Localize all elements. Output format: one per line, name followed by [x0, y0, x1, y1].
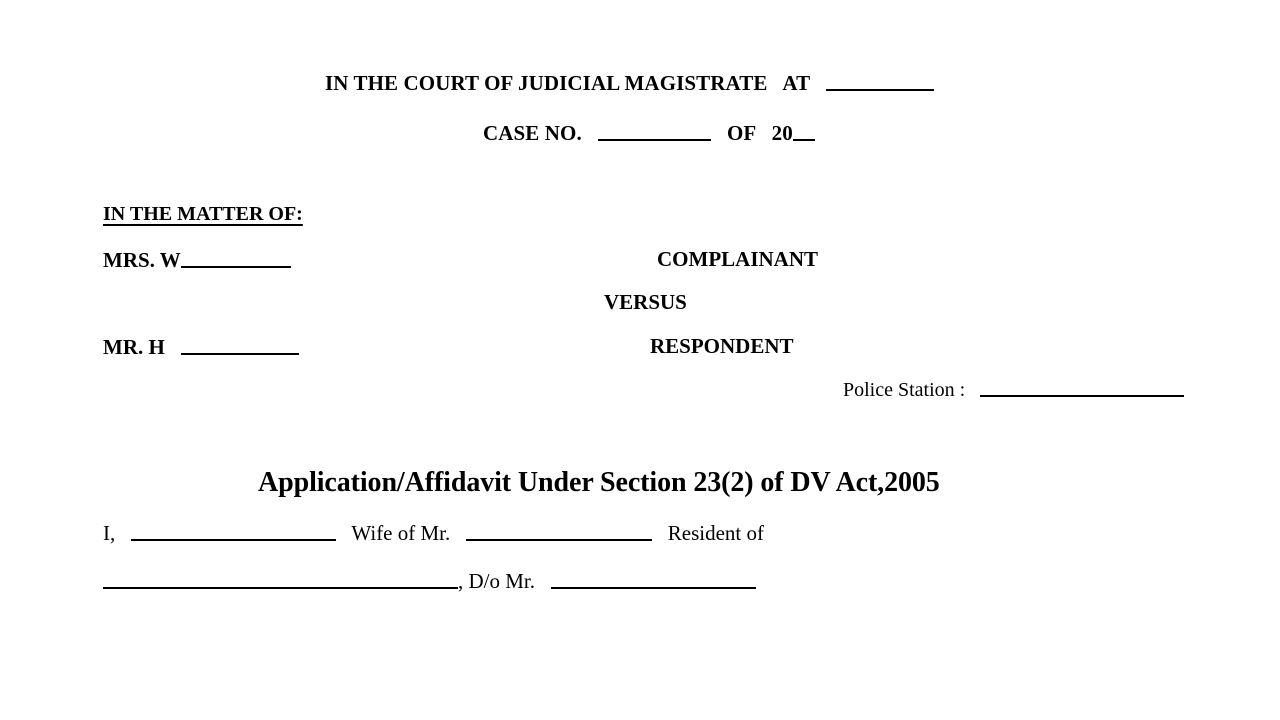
case-number-blank[interactable]	[597, 122, 711, 142]
document-page: IN THE COURT OF JUDICIAL MAGISTRATE AT C…	[0, 0, 1280, 720]
case-no-of-label: OF	[726, 120, 756, 145]
court-place-blank[interactable]	[825, 72, 934, 92]
address-blank[interactable]	[103, 570, 458, 590]
applicant-name-blank[interactable]	[131, 522, 336, 542]
case-number-line: CASE NO. OF 20	[483, 122, 815, 144]
complainant-name-text: MRS. W	[103, 247, 181, 272]
respondent-name-line: MR. H	[103, 336, 299, 358]
respondent-name-blank[interactable]	[180, 336, 299, 356]
daughter-of-label: , D/o Mr.	[458, 568, 536, 593]
court-heading: IN THE COURT OF JUDICIAL MAGISTRATE AT	[325, 72, 934, 94]
matter-of-heading: IN THE MATTER OF:	[103, 203, 303, 225]
body-i-label: I,	[103, 520, 116, 545]
body-line-1: I, Wife of Mr. Resident of	[103, 522, 764, 544]
court-heading-at: AT	[782, 70, 810, 95]
respondent-name-text: MR. H	[103, 334, 165, 359]
case-no-label: CASE NO.	[483, 120, 582, 145]
case-year-prefix: 20	[771, 120, 793, 145]
respondent-label: RESPONDENT	[650, 334, 794, 358]
police-station-label: Police Station :	[843, 379, 966, 402]
wife-of-label: Wife of Mr.	[351, 520, 451, 545]
complainant-name-line: MRS. W	[103, 249, 291, 271]
police-station-line: Police Station :	[843, 379, 1185, 402]
body-line-2: , D/o Mr.	[103, 570, 756, 592]
husband-name-blank[interactable]	[466, 522, 653, 542]
document-title: Application/Affidavit Under Section 23(2…	[258, 467, 940, 498]
case-year-blank[interactable]	[792, 122, 815, 142]
police-station-blank[interactable]	[980, 379, 1185, 398]
father-name-blank[interactable]	[550, 570, 756, 590]
versus-label: VERSUS	[604, 290, 687, 314]
resident-of-label: Resident of	[667, 520, 764, 545]
court-heading-text: IN THE COURT OF JUDICIAL MAGISTRATE	[325, 70, 768, 95]
complainant-label: COMPLAINANT	[657, 247, 818, 271]
complainant-name-blank[interactable]	[180, 249, 291, 269]
